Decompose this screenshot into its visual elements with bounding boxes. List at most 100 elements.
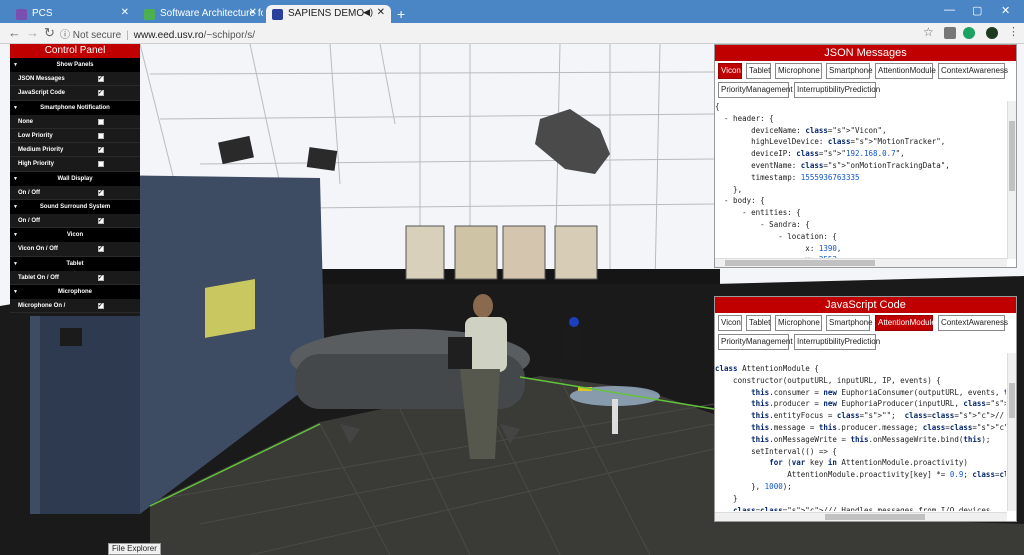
section-title: Show Panels	[56, 62, 94, 68]
minimize-icon[interactable]: —	[944, 4, 955, 16]
control-option-row[interactable]: Low Priority	[10, 128, 140, 144]
control-option-checkbox[interactable]	[98, 118, 104, 125]
control-panel-body: ▼ Show Panels JSON Messages JavaScript Code…	[10, 58, 140, 314]
control-option-checkbox[interactable]	[98, 299, 104, 313]
js-vertical-scrollbar[interactable]	[1007, 353, 1016, 511]
control-option-row[interactable]: JSON Messages	[10, 72, 140, 87]
control-option-label: Tablet On / Off	[18, 274, 59, 281]
control-section-header[interactable]: ▼ Wall Display	[10, 171, 140, 186]
caret-down-icon: ▼	[13, 204, 18, 211]
control-option-label: JavaScript Code	[18, 90, 66, 97]
control-option-checkbox[interactable]	[98, 271, 104, 285]
star-icon[interactable]: ☆	[923, 25, 934, 39]
control-option-row[interactable]: Medium Priority	[10, 143, 140, 158]
browser-tab-strip: PCS ✕ Software Architecture for People ✕…	[0, 0, 1024, 23]
tab-attentionmodule[interactable]: AttentionModule	[875, 63, 936, 79]
control-option-label: On / Off	[18, 189, 40, 196]
tab-tablet[interactable]: Tablet	[746, 63, 771, 79]
control-option-row[interactable]: None	[10, 114, 140, 129]
address-bar: ← → ↻ ⓘ Not secure | www.eed.usv.ro/~schip…	[0, 23, 1024, 44]
control-option-checkbox[interactable]	[98, 186, 104, 200]
code-line: {	[715, 102, 720, 111]
json-horizontal-scrollbar[interactable]	[715, 258, 1007, 267]
code-line: this.producer = new EuphoriaProducer(inp…	[751, 399, 1006, 409]
url-path: /~schipor/s/	[203, 30, 256, 41]
control-option-row[interactable]: Microphone On /	[10, 298, 140, 314]
control-panel-title[interactable]: Control Panel	[10, 44, 140, 58]
new-tab-button[interactable]: +	[397, 6, 405, 22]
code-line: this.message = this.producer.message; cl…	[751, 422, 1006, 432]
section-title: Vicon	[66, 232, 84, 239]
control-option-checkbox[interactable]	[98, 143, 104, 157]
tab-vicon[interactable]: Vicon	[718, 315, 742, 331]
code-line: this.entityFocus = class="s">""; class=c…	[751, 411, 1004, 421]
control-option-label: None	[18, 118, 33, 125]
tab-smartphone[interactable]: Smartphone	[826, 315, 873, 331]
tab-software-architecture[interactable]: Software Architecture for People ✕	[138, 5, 263, 23]
tab-interruptibilityprediction[interactable]: InterruptibilityPrediction	[794, 334, 880, 350]
avatar[interactable]	[986, 27, 998, 39]
control-option-label: Low Priority	[18, 132, 53, 139]
caret-down-icon: ▼	[13, 175, 18, 182]
maximize-icon[interactable]: ▢	[972, 4, 982, 17]
control-section-header[interactable]: ▼ Microphone	[10, 284, 140, 299]
tab-pcs[interactable]: PCS ✕	[10, 5, 135, 23]
reload-icon[interactable]: ↻	[44, 25, 55, 41]
tab-microphone[interactable]: Microphone	[775, 315, 822, 331]
speaker-icon[interactable]: ◀)	[363, 7, 373, 18]
close-tab-icon[interactable]: ✕	[377, 7, 385, 18]
forward-icon[interactable]: →	[26, 25, 39, 40]
tab-prioritymanagement[interactable]: PriorityManagement	[718, 334, 793, 350]
extension-icon[interactable]	[944, 27, 956, 39]
control-option-checkbox[interactable]	[98, 86, 104, 100]
control-option-checkbox[interactable]	[98, 242, 104, 256]
javascript-code-viewer[interactable]: class AttentionModule { constructor(outp…	[715, 363, 1006, 511]
control-option-label: Microphone On /	[18, 302, 66, 309]
tab-contextawareness[interactable]: ContextAwareness	[938, 315, 1008, 331]
control-option-row[interactable]: High Priority	[10, 157, 140, 172]
menu-icon[interactable]: ⋮	[1008, 25, 1019, 38]
tab-interruptibilityprediction[interactable]: InterruptibilityPrediction	[794, 82, 880, 98]
tab-tablet[interactable]: Tablet	[746, 315, 771, 331]
javascript-code-panel: JavaScript Code Vicon Tablet Microphone Sma…	[714, 296, 1017, 522]
json-message-viewer[interactable]: { - header: { deviceName: class="s">"Vic…	[715, 101, 1006, 259]
control-option-row[interactable]: JavaScript Code	[10, 86, 140, 101]
tab-vicon[interactable]: Vicon	[718, 63, 742, 79]
control-option-row[interactable]: Tablet On / Off	[10, 270, 140, 285]
info-icon[interactable]: ⓘ	[60, 30, 70, 41]
control-option-checkbox[interactable]	[98, 161, 104, 168]
control-option-row[interactable]: Vicon On / Off	[10, 242, 140, 257]
tab-microphone[interactable]: Microphone	[775, 63, 822, 79]
back-icon[interactable]: ←	[8, 25, 21, 40]
section-title: Smartphone Notification	[40, 104, 110, 111]
tab-prioritymanagement[interactable]: PriorityManagement	[718, 82, 793, 98]
control-section-header[interactable]: ▼ Tablet	[10, 256, 140, 271]
grammarly-icon[interactable]	[963, 27, 975, 39]
caret-down-icon: ▼	[13, 288, 18, 295]
control-option-checkbox[interactable]	[98, 72, 104, 86]
close-tab-icon[interactable]: ✕	[121, 7, 129, 18]
control-section-header[interactable]: ▼ Sound Surround System	[10, 200, 140, 215]
control-option-row[interactable]: On / Off	[10, 185, 140, 201]
section-title: Wall Display	[57, 175, 93, 182]
close-window-icon[interactable]: ✕	[1001, 4, 1010, 17]
control-option-checkbox[interactable]	[98, 214, 104, 228]
control-option-row[interactable]: On / Off	[10, 214, 140, 229]
url-field[interactable]: ⓘ Not secure | www.eed.usv.ro/~schipor/s/	[60, 26, 255, 41]
control-section-header[interactable]: ▼ Show Panels	[10, 58, 140, 72]
control-section-header[interactable]: ▼ Vicon	[10, 228, 140, 243]
json-panel-tabs: Vicon Tablet Microphone Smartphone Attention…	[715, 61, 1016, 101]
control-section-header[interactable]: ▼ Smartphone Notification	[10, 100, 140, 115]
control-option-checkbox[interactable]	[98, 132, 104, 139]
tab-smartphone[interactable]: Smartphone	[826, 63, 873, 79]
code-line: timestamp: 1555936763335	[715, 172, 860, 182]
tab-sapiens-demo[interactable]: SAPIENS DEMO ◀) ✕	[266, 5, 391, 23]
json-panel-title: JSON Messages	[715, 45, 1016, 61]
tab-contextawareness[interactable]: ContextAwareness	[938, 63, 1008, 79]
close-tab-icon[interactable]: ✕	[249, 7, 257, 18]
control-option-label: Vicon On / Off	[18, 246, 58, 253]
tab-attentionmodule[interactable]: AttentionModule	[875, 315, 936, 331]
json-vertical-scrollbar[interactable]	[1007, 101, 1016, 259]
js-horizontal-scrollbar[interactable]	[715, 512, 1007, 521]
control-option-label: JSON Messages	[18, 76, 65, 82]
